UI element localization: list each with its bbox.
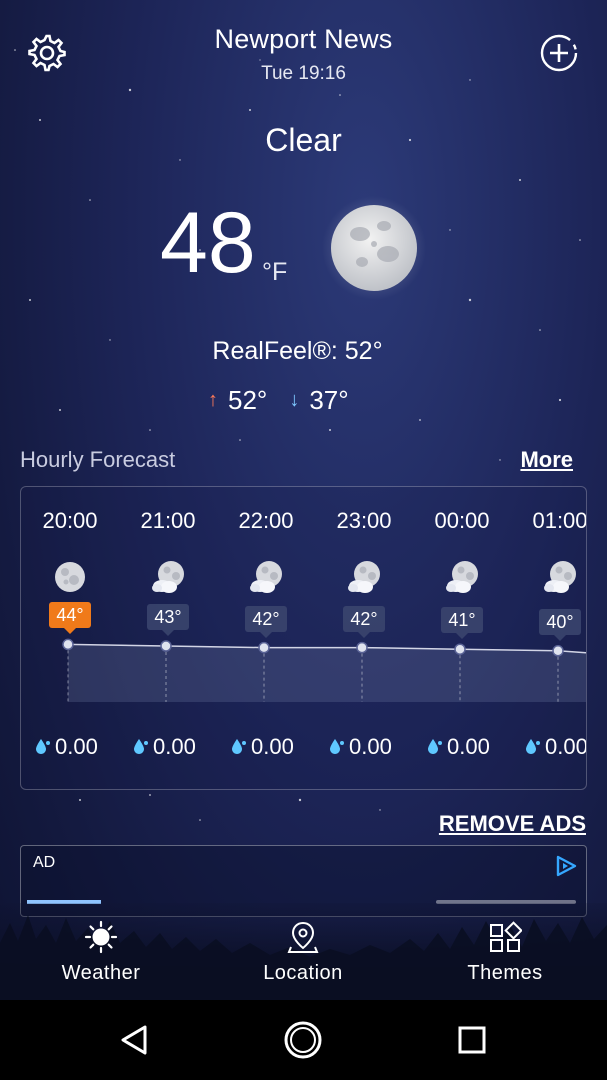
add-circle-icon bbox=[540, 34, 578, 72]
recents-square-icon bbox=[458, 1026, 486, 1054]
raindrop-icon bbox=[36, 739, 50, 754]
remove-ads-link[interactable]: REMOVE ADS bbox=[439, 811, 586, 837]
raindrop-icon bbox=[232, 739, 246, 754]
hour-temperature: 41° bbox=[441, 607, 483, 640]
current-temperature: 48 bbox=[160, 195, 256, 291]
hour-column: 20:00 44° 0.00 bbox=[21, 487, 119, 789]
precipitation-value: 0.00 bbox=[545, 734, 587, 759]
hour-time: 23:00 bbox=[336, 508, 392, 533]
hour-temperature: 44° bbox=[49, 602, 91, 635]
hour-column: 00:00 41° 0.00 bbox=[413, 487, 511, 789]
high-temperature: 52° bbox=[228, 385, 268, 415]
moon-cloud-icon bbox=[152, 561, 184, 593]
location-pin-icon bbox=[287, 921, 319, 953]
add-location-button[interactable] bbox=[536, 30, 582, 76]
temperature-unit: °F bbox=[262, 258, 288, 286]
low-temperature: 37° bbox=[309, 385, 349, 415]
raindrop-icon bbox=[134, 739, 148, 754]
home-button[interactable] bbox=[281, 1018, 325, 1062]
current-condition: Clear bbox=[265, 122, 342, 158]
arrow-down-icon: ↓ bbox=[289, 389, 300, 411]
hour-precipitation: 0.00 bbox=[231, 734, 294, 760]
moon-cloud-icon bbox=[250, 561, 282, 593]
ad-label: AD bbox=[33, 854, 56, 871]
city-name: Newport News bbox=[214, 24, 393, 54]
moon-icon bbox=[322, 196, 426, 300]
hour-temperature: 42° bbox=[343, 605, 385, 638]
current-datetime: Tue 19:16 bbox=[261, 63, 346, 84]
hour-column: 21:00 43° 0.00 bbox=[119, 487, 217, 789]
home-circle-icon bbox=[284, 1021, 322, 1059]
hour-time: 21:00 bbox=[140, 508, 196, 533]
hour-time: 22:00 bbox=[238, 508, 294, 533]
nav-location-label: Location bbox=[263, 962, 343, 984]
hour-precipitation: 0.00 bbox=[427, 734, 490, 760]
hourly-forecast-card[interactable]: 20:00 44° 0.00 21:00 43° 0.00 22:00 42° 0.00 23:0… bbox=[20, 486, 587, 790]
arrow-up-icon: ↑ bbox=[208, 389, 218, 411]
moon-cloud-icon bbox=[446, 561, 478, 593]
nav-themes[interactable]: Themes bbox=[435, 920, 575, 985]
nav-themes-label: Themes bbox=[467, 962, 543, 984]
high-low-temperatures: ↑ 52° ↓ 37° bbox=[208, 385, 349, 416]
hour-precipitation: 0.00 bbox=[35, 734, 98, 760]
hour-precipitation: 0.00 bbox=[525, 734, 587, 760]
hour-time: 00:00 bbox=[434, 508, 490, 533]
raindrop-icon bbox=[428, 739, 442, 754]
hour-temperature: 40° bbox=[539, 608, 581, 641]
moon-cloud-icon bbox=[348, 561, 380, 593]
nav-weather[interactable]: Weather bbox=[31, 920, 171, 985]
hour-column: 22:00 42° 0.00 bbox=[217, 487, 315, 789]
hour-temperature: 42° bbox=[245, 605, 287, 638]
precipitation-value: 0.00 bbox=[447, 734, 490, 759]
sun-icon bbox=[84, 920, 118, 954]
hour-time: 01:00 bbox=[532, 508, 587, 533]
precipitation-value: 0.00 bbox=[153, 734, 196, 759]
hour-time: 20:00 bbox=[42, 508, 98, 533]
precipitation-value: 0.00 bbox=[251, 734, 294, 759]
hour-temperature: 43° bbox=[147, 604, 189, 636]
ad-choices-icon[interactable] bbox=[554, 854, 578, 878]
back-button[interactable] bbox=[112, 1018, 156, 1062]
hour-precipitation: 0.00 bbox=[329, 734, 392, 760]
moon-cloud-icon bbox=[544, 561, 576, 593]
moon-icon bbox=[55, 562, 85, 592]
system-navigation-bar bbox=[0, 1000, 607, 1080]
recents-button[interactable] bbox=[450, 1018, 494, 1062]
back-triangle-icon bbox=[121, 1025, 147, 1055]
nav-location[interactable]: Location bbox=[233, 920, 373, 985]
hour-column: 01:00 40° 0.00 bbox=[511, 487, 587, 789]
hour-precipitation: 0.00 bbox=[133, 734, 196, 760]
precipitation-value: 0.00 bbox=[55, 734, 98, 759]
hourly-forecast-title: Hourly Forecast bbox=[20, 447, 176, 472]
nav-weather-label: Weather bbox=[61, 962, 141, 984]
raindrop-icon bbox=[526, 739, 540, 754]
precipitation-value: 0.00 bbox=[349, 734, 392, 759]
more-link[interactable]: More bbox=[520, 447, 573, 473]
hour-column: 23:00 42° 0.00 bbox=[315, 487, 413, 789]
themes-grid-icon bbox=[490, 921, 522, 952]
raindrop-icon bbox=[330, 739, 344, 754]
realfeel-temperature: RealFeel®: 52° bbox=[212, 337, 383, 365]
